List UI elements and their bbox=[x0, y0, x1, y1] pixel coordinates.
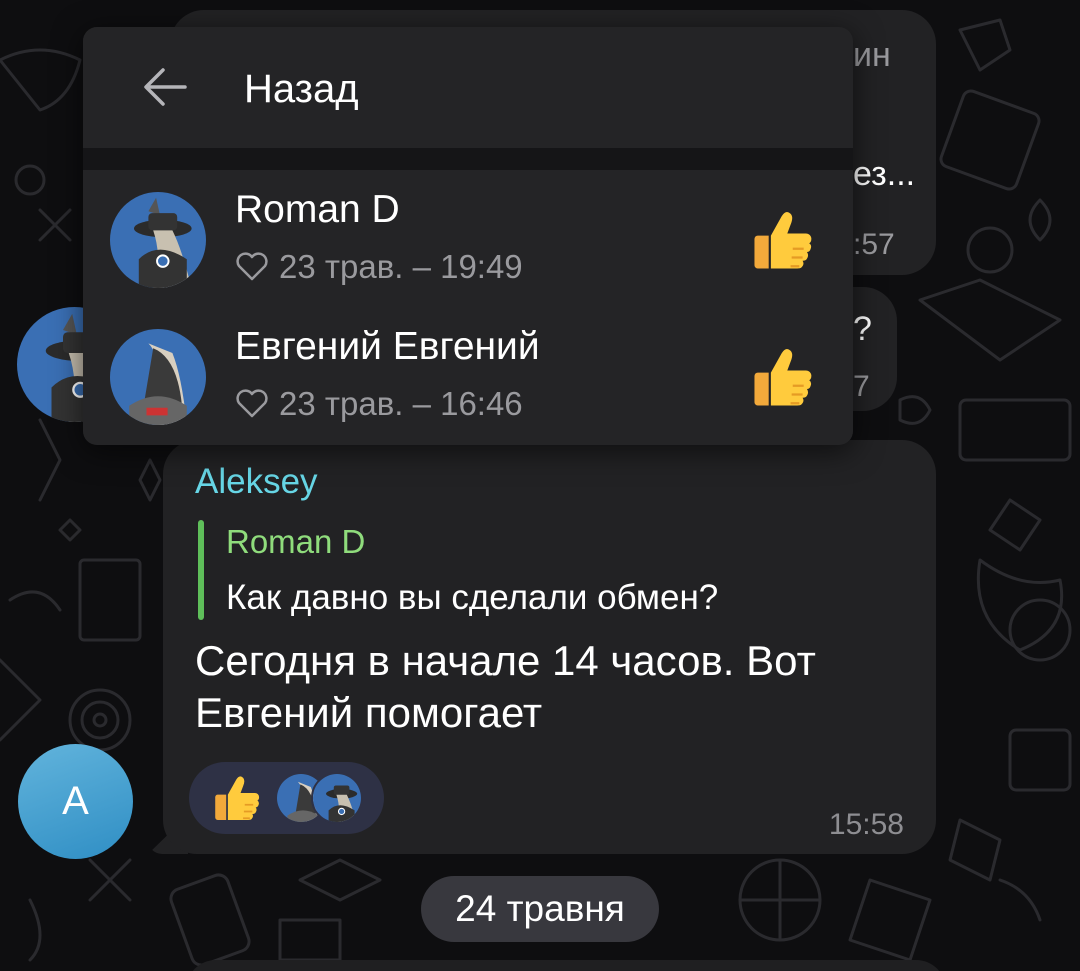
reaction-meta: 23 трав. – 19:49 bbox=[235, 248, 523, 286]
popup-divider bbox=[83, 148, 853, 170]
reaction-date: 23 трав. – 19:49 bbox=[279, 248, 523, 285]
reaction-chip[interactable] bbox=[189, 762, 384, 834]
popup-header[interactable]: Назад bbox=[83, 27, 853, 148]
reaction-date: 23 трав. – 16:46 bbox=[279, 385, 523, 422]
reactor-name: Roman D bbox=[235, 188, 400, 231]
reply-author-name[interactable]: Roman D bbox=[226, 523, 365, 561]
thumbs-up-icon bbox=[215, 776, 260, 820]
arrow-left-icon[interactable] bbox=[141, 65, 189, 109]
reaction-list: Roman D 23 трав. – 19:49 Евгений Евгений… bbox=[83, 170, 853, 445]
message-time: 15:58 bbox=[828, 808, 904, 841]
message-text: Сегодня в начале 14 часов. Вот Евгений п… bbox=[195, 637, 816, 736]
background-text-fragment: ? bbox=[853, 310, 872, 348]
avatar bbox=[110, 192, 206, 288]
next-message-bubble bbox=[186, 960, 946, 971]
date-separator: 24 травня bbox=[421, 876, 659, 942]
background-time-fragment: :57 bbox=[853, 228, 895, 261]
reactor-avatar-roman bbox=[311, 772, 363, 824]
background-time-fragment: 7 bbox=[853, 370, 870, 403]
thumbs-up-icon bbox=[754, 349, 812, 406]
message-sender-name[interactable]: Aleksey bbox=[195, 462, 318, 502]
reactor-name: Евгений Евгений bbox=[235, 325, 540, 368]
author-avatar[interactable]: A bbox=[18, 744, 133, 859]
reactions-popup: Назад Roman D 23 трав. – 19:49 Евгений Е… bbox=[83, 27, 853, 445]
thumbs-up-icon bbox=[754, 212, 812, 269]
author-initial: A bbox=[62, 779, 89, 823]
heart-icon bbox=[236, 252, 268, 281]
reply-quote-text[interactable]: Как давно вы сделали обмен? bbox=[226, 578, 718, 618]
reaction-meta: 23 трав. – 16:46 bbox=[235, 385, 523, 423]
message-bubble[interactable]: Aleksey Roman D Как давно вы сделали обм… bbox=[163, 440, 936, 854]
background-text-fragment: ин bbox=[853, 36, 891, 74]
back-label[interactable]: Назад bbox=[244, 67, 359, 112]
reply-quote-bar bbox=[198, 520, 204, 620]
avatar bbox=[110, 329, 206, 425]
background-text-fragment: ез... bbox=[853, 155, 916, 193]
reaction-row-roman[interactable]: Roman D 23 трав. – 19:49 bbox=[83, 170, 853, 308]
reaction-row-evgeniy[interactable]: Евгений Евгений 23 трав. – 16:46 bbox=[83, 307, 853, 445]
heart-icon bbox=[236, 389, 268, 418]
